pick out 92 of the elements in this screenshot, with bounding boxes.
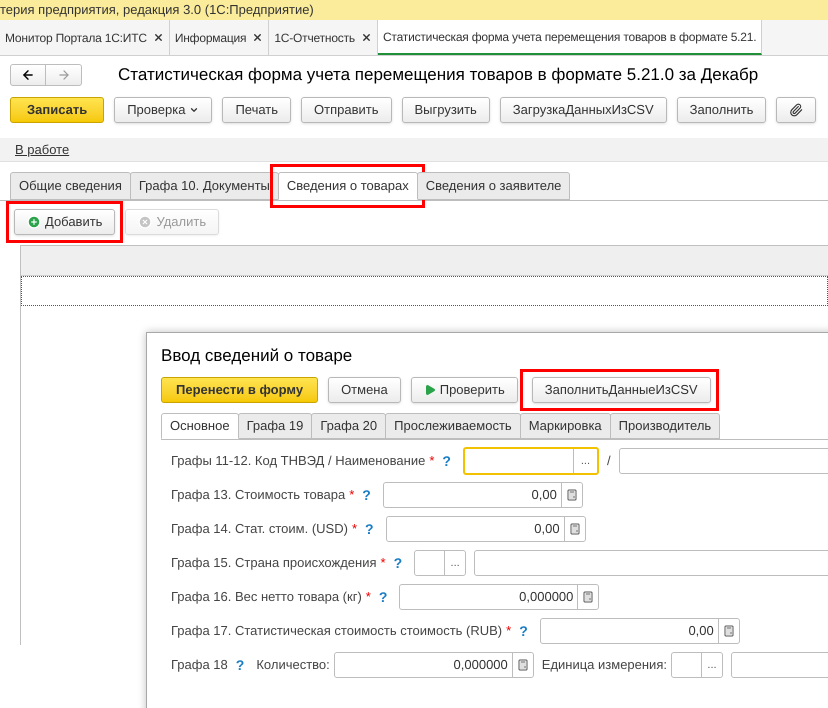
transfer-button[interactable]: Перенести в форму	[161, 377, 318, 403]
required-mark: *	[506, 622, 512, 640]
code-field[interactable]: ...	[670, 652, 723, 678]
number-field[interactable]: 0,00	[540, 618, 740, 644]
tab-title: 1С-Отчетность	[274, 30, 355, 46]
field-label: Графа 18	[171, 656, 228, 674]
save-button[interactable]: Записать	[10, 97, 104, 123]
tab-title: Монитор Портала 1С:ИТС	[5, 30, 147, 46]
separator-text: /	[606, 452, 611, 470]
form-title: Статистическая форма учета перемещения товаров в формате 5.21.0 за Декабр	[118, 64, 758, 86]
help-link[interactable]: ?	[362, 484, 371, 506]
play-icon	[424, 384, 436, 396]
tab-title: Статистическая форма учета перемещения товаров в формате 5.21.	[382, 28, 756, 46]
toolbar-button[interactable]: ЗагрузкаДанныхИзCSV	[500, 97, 667, 123]
tab[interactable]: Основное	[161, 413, 239, 439]
dialog-title: Ввод сведений о товаре	[161, 345, 354, 367]
number-value: 0,00	[533, 520, 561, 538]
text-field[interactable]	[618, 448, 828, 474]
help-link[interactable]: ?	[236, 654, 244, 676]
toolbar-button[interactable]: Выгрузить	[402, 97, 490, 123]
tab[interactable]: Прослеживаемость	[385, 413, 521, 439]
number-value: 0,000000	[452, 656, 509, 674]
toolbar-button[interactable]: Заполнить	[676, 97, 766, 123]
tab[interactable]: Графа 20	[311, 413, 386, 439]
dialog-button[interactable]: ЗаполнитьДанныеИзCSV	[532, 377, 711, 403]
field-label: Графа 14. Стат. стоим. (USD)	[171, 520, 348, 538]
number-field[interactable]: 0,00	[386, 516, 586, 542]
window-tab[interactable]: Информация	[170, 20, 270, 55]
required-mark: *	[352, 520, 357, 538]
code-field[interactable]: ...	[462, 447, 599, 475]
choose-button[interactable]: ...	[700, 653, 722, 677]
dialog-button[interactable]: Отмена	[328, 377, 401, 403]
tab[interactable]: Сведения о товарах	[278, 172, 418, 200]
field-label: Графа 15. Страна происхождения	[171, 554, 377, 572]
required-mark: *	[429, 452, 434, 470]
choose-button[interactable]: ...	[572, 449, 597, 473]
help-link[interactable]: ?	[519, 620, 528, 642]
calculator-icon[interactable]	[568, 523, 581, 535]
field-label: Графа 17. Статистическая стоимость стоимость (RUB)	[171, 622, 502, 640]
tab-title: Информация	[174, 30, 246, 46]
tab[interactable]: Сведения о заявителе	[416, 172, 570, 200]
close-icon[interactable]	[152, 32, 164, 43]
text-field[interactable]	[474, 550, 828, 576]
forward-arrow-icon	[56, 68, 70, 82]
tab[interactable]: Графа 10. Документы	[130, 172, 279, 200]
tab[interactable]: Производитель	[610, 413, 720, 439]
tab[interactable]: Маркировка	[520, 413, 611, 439]
number-value: 0,00	[687, 622, 715, 640]
table-row[interactable]	[21, 276, 828, 306]
field-label: Количество:	[256, 656, 330, 674]
help-link[interactable]: ?	[365, 518, 374, 540]
choose-button[interactable]: ...	[444, 551, 466, 575]
field-label: Графы 11-12. Код ТНВЭД / Наименование	[171, 452, 426, 470]
number-field[interactable]: 0,00	[382, 482, 583, 508]
calculator-icon[interactable]	[566, 489, 578, 501]
number-value: 0,000000	[518, 588, 574, 606]
back-button[interactable]	[10, 64, 46, 86]
required-mark: *	[349, 486, 354, 504]
calculator-icon[interactable]	[582, 591, 594, 603]
window-tab[interactable]: Статистическая форма учета перемещения товаров в формате 5.21.	[378, 20, 762, 55]
add-button[interactable]: Добавить	[14, 209, 116, 235]
plus-icon	[27, 215, 41, 229]
required-mark: *	[366, 588, 371, 606]
field-label: Графа 13. Стоимость товара	[171, 486, 346, 504]
toolbar-button[interactable]: Отправить	[301, 97, 392, 123]
required-mark: *	[380, 554, 386, 572]
help-link[interactable]: ?	[442, 450, 451, 472]
field-label: Единица измерения:	[542, 656, 667, 674]
back-arrow-icon	[21, 68, 35, 82]
calculator-icon[interactable]	[516, 659, 529, 671]
close-icon[interactable]	[360, 32, 372, 43]
tab[interactable]: Графа 19	[238, 413, 312, 439]
calculator-icon[interactable]	[722, 625, 735, 637]
code-field[interactable]: ...	[414, 550, 466, 576]
window-tab[interactable]: Монитор Портала 1С:ИТС	[0, 20, 170, 55]
help-link[interactable]: ?	[394, 552, 402, 574]
close-icon[interactable]	[252, 32, 264, 43]
field-label: Графа 16. Вес нетто товара (кг)	[171, 588, 362, 606]
number-value: 0,00	[530, 486, 558, 504]
number-field[interactable]: 0,000000	[334, 652, 534, 678]
cross-icon	[138, 215, 152, 229]
attach-button[interactable]	[776, 97, 816, 123]
status-link[interactable]: В работе	[15, 140, 70, 160]
number-field[interactable]: 0,000000	[399, 584, 600, 610]
help-link[interactable]: ?	[378, 586, 388, 608]
check-button[interactable]: Проверить	[410, 377, 518, 403]
tab[interactable]: Общие сведения	[10, 172, 131, 200]
app-title-bar: терия предприятия, редакция 3.0 (1С:Предприятие)	[0, 0, 828, 20]
toolbar-button[interactable]: Печать	[222, 97, 292, 123]
dropdown-button[interactable]: Проверка	[114, 97, 212, 123]
caret-icon	[189, 105, 200, 115]
paperclip-icon	[789, 103, 804, 117]
